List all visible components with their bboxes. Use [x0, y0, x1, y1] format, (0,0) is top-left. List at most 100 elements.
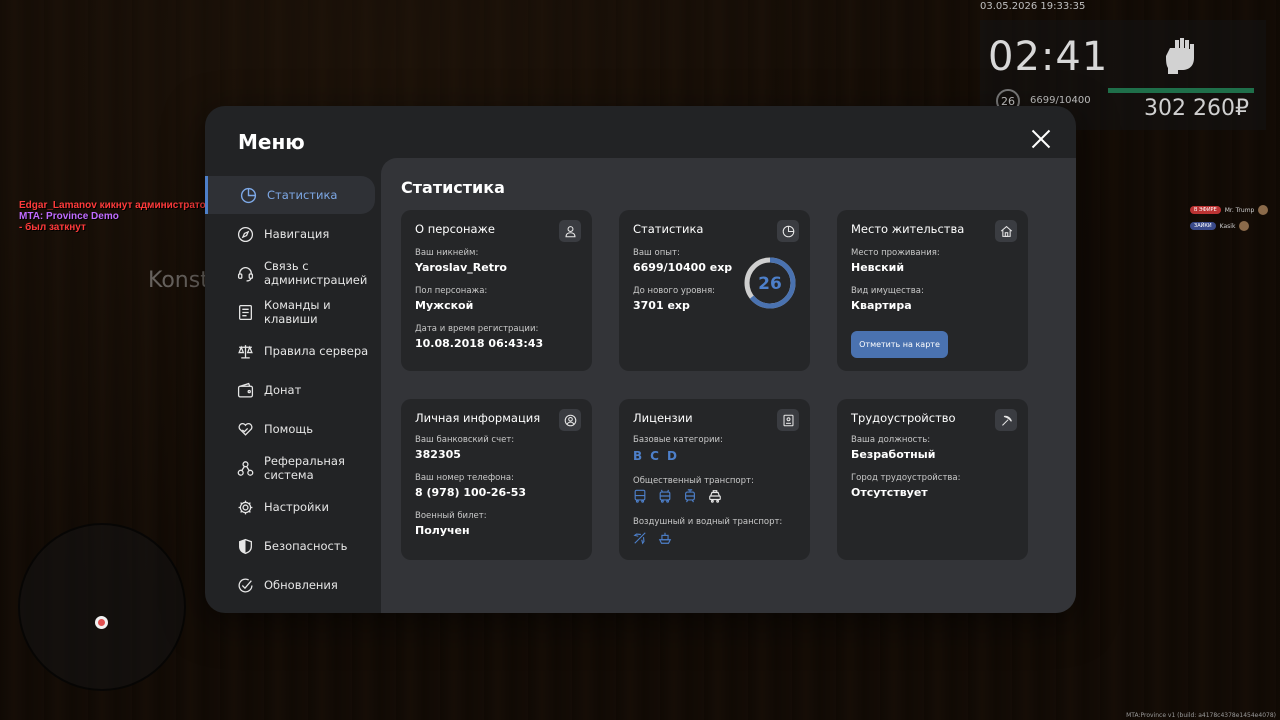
hud-health-bar: [1108, 88, 1254, 93]
sidebar-item-navigation[interactable]: Навигация: [205, 215, 375, 253]
sidebar-item-donate[interactable]: Донат: [205, 371, 375, 409]
plane-icon: [633, 532, 646, 545]
card-personal-info: Личная информация Ваш банковский счет: 3…: [401, 399, 592, 560]
card-title: Личная информация: [415, 411, 541, 425]
nickname-value: Yaroslav_Retro: [415, 261, 507, 274]
card-character: О персонаже Ваш никнейм: Yaroslav_Retro …: [401, 210, 592, 371]
card-icon-button: [559, 409, 581, 431]
card-title: Статистика: [633, 222, 704, 236]
next-level-value: 3701 exp: [633, 299, 690, 312]
registration-value: 10.08.2018 06:43:43: [415, 337, 544, 350]
sidebar-item-label: Реферальная система: [264, 454, 345, 482]
card-title: О персонаже: [415, 222, 495, 236]
pickaxe-icon: [1001, 415, 1012, 426]
field-label: Ваша должность:: [851, 435, 931, 445]
voice-badge: ЗАЙКИ: [1190, 222, 1216, 230]
sidebar-item-label: Навигация: [264, 227, 330, 241]
sidebar-item-statistics[interactable]: Статистика: [205, 176, 375, 214]
sidebar-item-label: Настройки: [264, 500, 329, 514]
sidebar-item-security[interactable]: Безопасность: [205, 527, 375, 565]
field-label: Воздушный и водный транспорт:: [633, 517, 783, 527]
field-label: Ваш опыт:: [633, 248, 680, 258]
field-label: Дата и время регистрации:: [415, 324, 539, 334]
headset-icon: [237, 266, 254, 282]
pie-chart-icon: [240, 187, 257, 203]
menu-title: Меню: [238, 130, 305, 154]
id-card-icon: [783, 414, 793, 426]
field-label: Военный билет:: [415, 511, 487, 521]
field-label: Ваш банковский счет:: [415, 435, 515, 445]
sidebar-item-admin-contact[interactable]: Связь с администрацией: [205, 254, 375, 292]
scales-icon: [238, 344, 253, 359]
card-icon-button: [995, 409, 1017, 431]
position-value: Безработный: [851, 448, 936, 461]
voice-row: В ЭФИРЕ Mr. Trump: [1190, 202, 1269, 218]
hud-datetime: 03.05.2026 19:33:35: [980, 1, 1086, 12]
bank-account-value: 382305: [415, 448, 461, 461]
pie-chart-icon: [782, 225, 794, 237]
phone-value: 8 (978) 100-26-53: [415, 486, 527, 499]
field-label: Место проживания:: [851, 248, 940, 258]
content-panel: Статистика О персонаже Ваш никнейм: Yaro…: [381, 158, 1076, 613]
card-licenses: Лицензии Базовые категории: B C D Общест…: [619, 399, 810, 560]
hud-time: 02:41: [988, 34, 1109, 80]
air-water-transport-icons: [633, 531, 672, 545]
minimap: [18, 523, 186, 691]
referral-icon: [237, 460, 254, 476]
sidebar-item-label: Обновления: [264, 578, 338, 592]
exp-value: 6699/10400 exp: [633, 261, 733, 274]
level-value: 26: [758, 274, 782, 294]
voice-name: Kasik: [1219, 222, 1236, 230]
sidebar-item-updates[interactable]: Обновления: [205, 566, 375, 604]
sidebar-item-referral[interactable]: Реферальная система: [205, 449, 375, 487]
sidebar-item-label: Правила сервера: [264, 344, 369, 358]
sidebar-item-help[interactable]: Помощь: [205, 410, 375, 448]
voice-badge: В ЭФИРЕ: [1190, 206, 1221, 214]
home-icon: [1000, 225, 1012, 237]
field-label: Базовые категории:: [633, 435, 723, 445]
shield-icon: [239, 538, 252, 554]
card-employment: Трудоустройство Ваша должность: Безработ…: [837, 399, 1028, 560]
hud-exp: 6699/10400: [1030, 95, 1091, 106]
card-icon-button: [777, 409, 799, 431]
license-category: D: [666, 449, 677, 463]
card-icon-button: [995, 220, 1017, 242]
field-label: До нового уровня:: [633, 286, 716, 296]
card-title: Место жительства: [851, 222, 965, 236]
license-category: C: [650, 449, 659, 463]
trolleybus-icon: [659, 489, 671, 503]
bus-icon: [634, 489, 646, 503]
player-nametag: Konst: [148, 268, 209, 293]
sidebar-item-label: Команды и клавиши: [264, 298, 331, 326]
hud-money: 302 260₽: [1144, 96, 1249, 121]
sidebar-item-commands[interactable]: Команды и клавиши: [205, 293, 375, 331]
sidebar-item-settings[interactable]: Настройки: [205, 488, 375, 526]
field-label: Ваш номер телефона:: [415, 473, 514, 483]
sidebar-item-label: Статистика: [267, 188, 338, 202]
field-label: Город трудоустройства:: [851, 473, 961, 483]
fist-icon: [1166, 38, 1194, 74]
field-label: Вид имущества:: [851, 286, 924, 296]
user-icon: [565, 225, 575, 237]
mark-on-map-button[interactable]: Отметить на карте: [851, 331, 948, 358]
content-title: Статистика: [401, 178, 505, 197]
voice-list: В ЭФИРЕ Mr. Trump ЗАЙКИ Kasik: [1190, 202, 1269, 234]
license-category: B: [633, 449, 643, 463]
tram-icon: [685, 489, 695, 503]
sidebar-item-label: Безопасность: [264, 539, 348, 553]
public-transport-icons: [633, 489, 722, 503]
sidebar-item-label: Донат: [264, 383, 302, 397]
license-categories: B C D: [633, 449, 677, 463]
avatar: [1239, 221, 1250, 231]
build-info: MTA:Province v1 (build: a4178c4378e1454e…: [1126, 712, 1276, 719]
menu-window: Меню Статистика Навигация Связь с админи…: [205, 106, 1076, 613]
level-progress-ring: 26: [744, 257, 796, 309]
card-icon-button: [777, 220, 799, 242]
card-title: Трудоустройство: [851, 411, 956, 425]
wallet-icon: [237, 382, 254, 398]
sidebar-item-rules[interactable]: Правила сервера: [205, 332, 375, 370]
sidebar-item-label: Связь с администрацией: [264, 259, 368, 287]
military-id-value: Получен: [415, 524, 470, 537]
close-button[interactable]: [1028, 126, 1054, 152]
field-label: Ваш никнейм:: [415, 248, 479, 258]
